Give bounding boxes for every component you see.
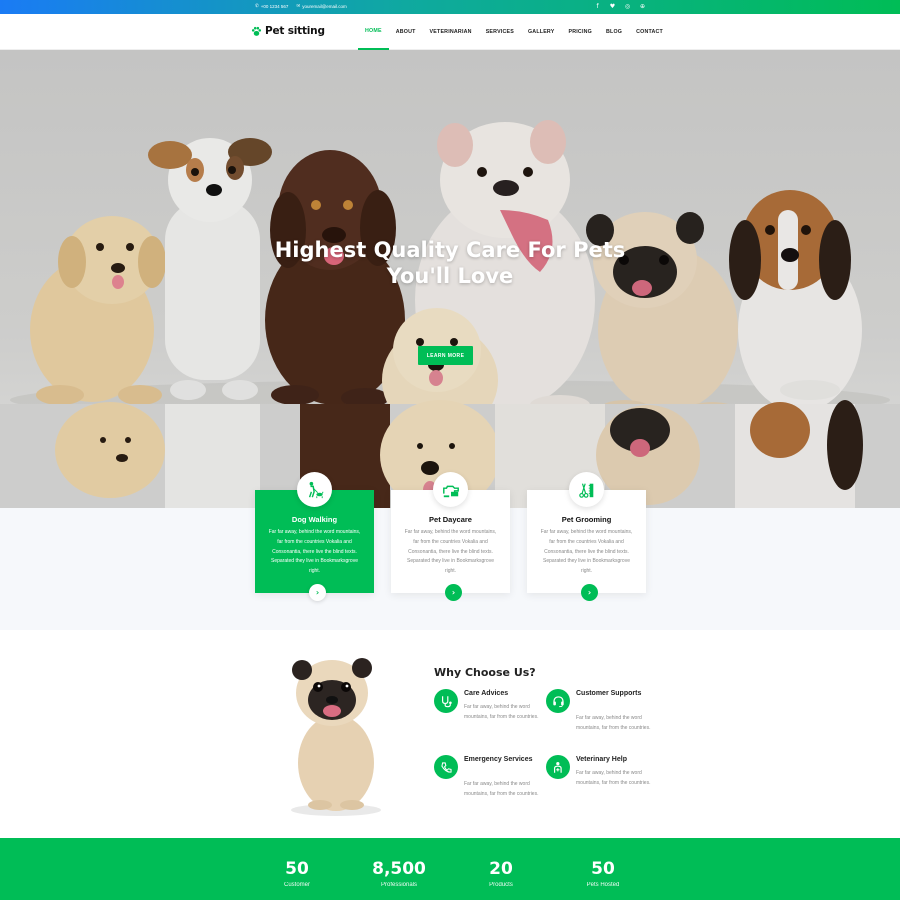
phone-text: +00 1234 567 <box>260 3 289 9</box>
stat-label: Professionals <box>380 882 418 888</box>
grooming-icon <box>569 472 604 507</box>
stat-label: Products <box>489 882 513 888</box>
hero-section: Highest Quality Care For Pets You'll Lov… <box>0 50 900 508</box>
nav-about[interactable]: ABOUT <box>389 14 423 50</box>
email-icon: ✉ <box>296 3 301 8</box>
nav-veterinarian[interactable]: VETERINARIAN <box>423 14 479 50</box>
dribbble-icon[interactable]: ⊕ <box>639 3 646 10</box>
service-description: Far far away, behind the word mountains,… <box>404 529 497 575</box>
feature-description: Far far away, behind the word mountains,… <box>464 781 539 797</box>
brand-name: Pet sitting <box>265 25 325 37</box>
pug-image <box>291 658 381 816</box>
service-description: Far far away, behind the word mountains,… <box>540 529 633 575</box>
paw-icon <box>251 26 262 36</box>
social-links: f ♥ ◎ ⊕ <box>594 3 646 10</box>
nav-pricing[interactable]: PRICING <box>562 14 599 50</box>
nav-gallery[interactable]: GALLERY <box>521 14 562 50</box>
veterinary-icon <box>546 755 570 779</box>
service-title: Pet Daycare <box>429 515 472 524</box>
stat-label: Customer <box>283 882 310 888</box>
facebook-icon[interactable]: f <box>594 3 601 10</box>
email-text: youremail@email.com <box>302 3 347 9</box>
contact-info: ✆ +00 1234 567 ✉ youremail@email.com <box>255 3 347 9</box>
stat-customer: 50 Customer <box>252 858 342 888</box>
stat-pets-hosted: 50 Pets Hosted <box>558 858 648 888</box>
customer-support-icon <box>546 689 570 713</box>
navbar: Pet sitting HOME ABOUT VETERINARIAN SERV… <box>0 14 900 50</box>
chevron-right-icon[interactable]: › <box>581 584 598 601</box>
stat-products: 20 Products <box>456 858 546 888</box>
why-choose-us-title: Why Choose Us? <box>434 666 536 679</box>
nav-blog[interactable]: BLOG <box>599 14 629 50</box>
pet-daycare-icon <box>433 472 468 507</box>
chevron-right-icon[interactable]: › <box>445 584 462 601</box>
service-card-dog-walking[interactable]: Dog Walking Far far away, behind the wor… <box>255 472 374 601</box>
stat-number: 8,500 <box>372 859 426 879</box>
service-card-pet-grooming[interactable]: Pet Grooming Far far away, behind the wo… <box>527 472 646 601</box>
stats-section: 50 Customer 8,500 Professionals 20 Produ… <box>0 838 900 900</box>
top-bar: ✆ +00 1234 567 ✉ youremail@email.com f ♥… <box>0 0 900 14</box>
stethoscope-icon <box>434 689 458 713</box>
feature-title: Care Advices <box>464 690 509 697</box>
phone-icon: ✆ <box>255 3 259 8</box>
stat-number: 50 <box>591 859 615 879</box>
stat-number: 50 <box>285 859 309 879</box>
service-title: Dog Walking <box>291 515 338 524</box>
dog-walking-icon <box>297 472 332 507</box>
feature-description: Far far away, behind the word mountains,… <box>576 770 651 786</box>
main-menu: HOME ABOUT VETERINARIAN SERVICES GALLERY… <box>358 14 670 50</box>
chevron-right-icon[interactable]: › <box>309 584 326 601</box>
feature-title: Emergency Services <box>464 756 533 763</box>
instagram-icon[interactable]: ◎ <box>624 3 631 10</box>
hero-title-line-1: Highest Quality Care For Pets <box>274 238 626 262</box>
feature-description: Far far away, behind the word mountains,… <box>576 715 651 731</box>
nav-home[interactable]: HOME <box>358 14 389 50</box>
nav-contact[interactable]: CONTACT <box>629 14 670 50</box>
feature-description: Far far away, behind the word mountains,… <box>464 704 539 720</box>
service-description: Far far away, behind the word mountains,… <box>268 529 361 575</box>
stat-professionals: 8,500 Professionals <box>354 858 444 888</box>
stat-number: 20 <box>489 859 513 879</box>
stat-label: Pets Hosted <box>586 882 620 888</box>
hero-title: Highest Quality Care For Pets You'll Lov… <box>250 237 650 289</box>
emergency-icon <box>434 755 458 779</box>
hero-title-line-2: You'll Love <box>386 264 514 288</box>
twitter-icon[interactable]: ♥ <box>609 3 616 10</box>
feature-title: Veterinary Help <box>576 756 627 763</box>
feature-title: Customer Supports <box>576 690 642 697</box>
email-contact[interactable]: ✉ youremail@email.com <box>296 3 346 9</box>
phone-contact[interactable]: ✆ +00 1234 567 <box>255 3 288 9</box>
nav-services[interactable]: SERVICES <box>479 14 521 50</box>
brand-logo[interactable]: Pet sitting <box>251 25 325 37</box>
service-title: Pet Grooming <box>561 515 612 524</box>
service-card-pet-daycare[interactable]: Pet Daycare Far far away, behind the wor… <box>391 472 510 601</box>
learn-more-button[interactable]: LEARN MORE <box>418 346 473 365</box>
